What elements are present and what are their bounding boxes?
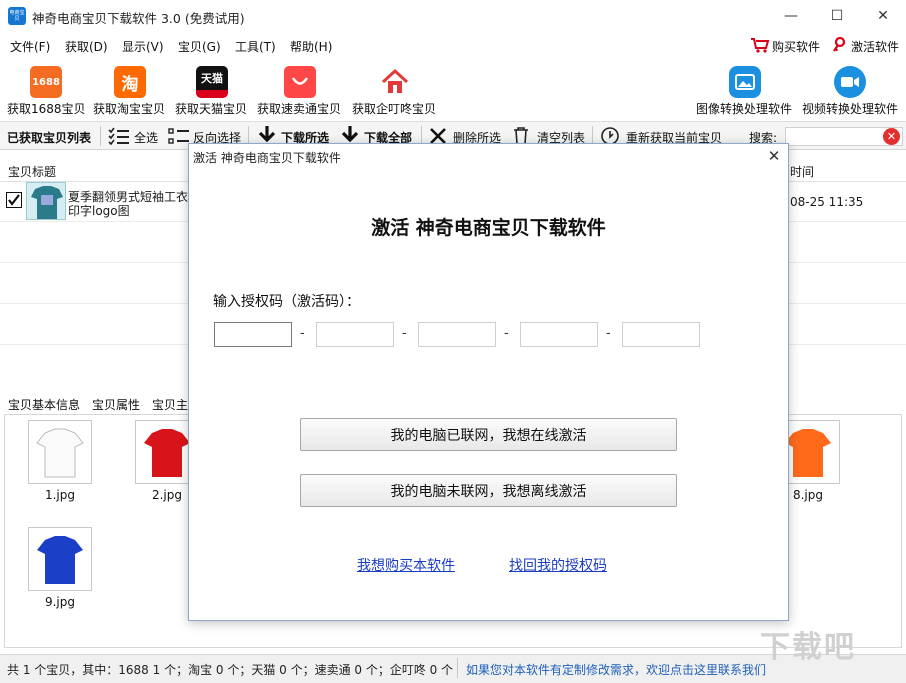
window-title: 神奇电商宝贝下载软件 3.0 (免费试用) xyxy=(32,11,245,26)
maximize-button[interactable]: ☐ xyxy=(814,0,860,32)
toolbar-tmall-label: 获取天猫宝贝 xyxy=(175,102,248,116)
toolbar-qidingdong-label: 获取企叮咚宝贝 xyxy=(352,102,437,116)
tab-main[interactable]: 宝贝主 xyxy=(152,396,188,413)
contact-link[interactable]: 如果您对本软件有定制修改需求，欢迎点击这里联系我们 xyxy=(466,661,766,678)
1688-icon: 1688 xyxy=(30,66,62,98)
buy-software-dialog-link[interactable]: 我想购买本软件 xyxy=(357,555,455,575)
minimize-button[interactable]: — xyxy=(768,0,814,32)
license-code-field-5[interactable] xyxy=(622,322,700,347)
code-separator: - xyxy=(606,326,611,341)
menu-get[interactable]: 获取(D) xyxy=(65,38,108,55)
code-separator: - xyxy=(300,326,305,341)
video-convert-label: 视频转换处理软件 xyxy=(802,102,899,116)
toolbar-1688-button[interactable]: 1688 xyxy=(30,66,62,98)
column-title[interactable]: 宝贝标题 xyxy=(8,163,56,180)
row-thumbnail xyxy=(26,182,66,220)
column-time[interactable]: 时间 xyxy=(790,163,814,180)
row-time: 08-25 11:35 xyxy=(790,195,864,209)
menu-item[interactable]: 宝贝(G) xyxy=(178,38,221,55)
image-label: 9.jpg xyxy=(44,595,76,609)
toolbar-aliexpress-button[interactable] xyxy=(284,66,316,98)
tmall-icon: 天猫 xyxy=(196,66,228,98)
tab-properties[interactable]: 宝贝属性 xyxy=(92,396,140,413)
license-code-field-4[interactable] xyxy=(520,322,598,347)
row-title-cont: 印字logo图 xyxy=(68,204,130,218)
dialog-title: 激活 神奇电商宝贝下载软件 xyxy=(193,151,341,165)
key-icon xyxy=(832,36,846,56)
divider xyxy=(457,658,458,678)
toolbar-qidingdong-button[interactable] xyxy=(379,66,411,98)
offline-activate-button[interactable]: 我的电脑未联网，我想离线激活 xyxy=(300,474,677,507)
dialog-close-button[interactable]: ✕ xyxy=(765,147,783,165)
license-code-field-2[interactable] xyxy=(316,322,394,347)
taobao-icon: 淘 xyxy=(114,66,146,98)
invert-selection-icon xyxy=(168,127,190,148)
image-convert-label: 图像转换处理软件 xyxy=(696,102,793,116)
image-label: 1.jpg xyxy=(44,488,76,502)
row-checkbox[interactable] xyxy=(6,192,22,208)
image-thumb-9[interactable] xyxy=(28,527,92,591)
menu-help[interactable]: 帮助(H) xyxy=(290,38,332,55)
menu-view[interactable]: 显示(V) xyxy=(122,38,164,55)
code-separator: - xyxy=(402,326,407,341)
aliexpress-icon xyxy=(284,66,316,98)
online-activate-button[interactable]: 我的电脑已联网，我想在线激活 xyxy=(300,418,677,451)
close-button[interactable]: ✕ xyxy=(860,0,906,32)
status-summary: 共 1 个宝贝，其中：1688 1 个；淘宝 0 个；天猫 0 个；速卖通 0 … xyxy=(7,663,454,677)
video-camera-icon xyxy=(834,66,866,98)
toolbar-aliexpress-label: 获取速卖通宝贝 xyxy=(257,102,342,116)
video-convert-button[interactable] xyxy=(834,66,866,98)
cart-icon xyxy=(750,37,770,56)
menu-tools[interactable]: 工具(T) xyxy=(235,38,276,55)
image-icon xyxy=(729,66,761,98)
house-icon xyxy=(379,66,411,98)
select-all-icon xyxy=(108,127,130,148)
toolbar-taobao-label: 获取淘宝宝贝 xyxy=(93,102,166,116)
toolbar-taobao-button[interactable]: 淘 xyxy=(114,66,146,98)
tab-basic-info[interactable]: 宝贝基本信息 xyxy=(8,396,80,413)
menu-file[interactable]: 文件(F) xyxy=(10,38,50,55)
app-logo-icon: 电商宝贝 xyxy=(8,7,26,25)
toolbar-1688-label: 获取1688宝贝 xyxy=(7,102,86,116)
toolbar-tmall-button[interactable]: 天猫 xyxy=(196,66,228,98)
code-separator: - xyxy=(504,326,509,341)
license-prompt: 输入授权码（激活码）： xyxy=(213,294,360,310)
recover-license-link[interactable]: 找回我的授权码 xyxy=(509,555,607,575)
list-title: 已获取宝贝列表 xyxy=(7,131,92,145)
activate-software-link[interactable]: 激活软件 xyxy=(851,38,899,55)
image-convert-button[interactable] xyxy=(729,66,761,98)
buy-software-link[interactable]: 购买软件 xyxy=(772,38,820,55)
license-code-field-1[interactable] xyxy=(214,322,292,347)
license-code-field-3[interactable] xyxy=(418,322,496,347)
select-all-button[interactable]: 全选 xyxy=(134,129,158,146)
clear-search-icon[interactable]: ✕ xyxy=(883,128,900,145)
dialog-heading: 激活 神奇电商宝贝下载软件 xyxy=(371,217,606,239)
divider xyxy=(100,126,101,146)
image-thumb-1[interactable] xyxy=(28,420,92,484)
watermark-logo: 下载吧 xyxy=(760,630,856,665)
